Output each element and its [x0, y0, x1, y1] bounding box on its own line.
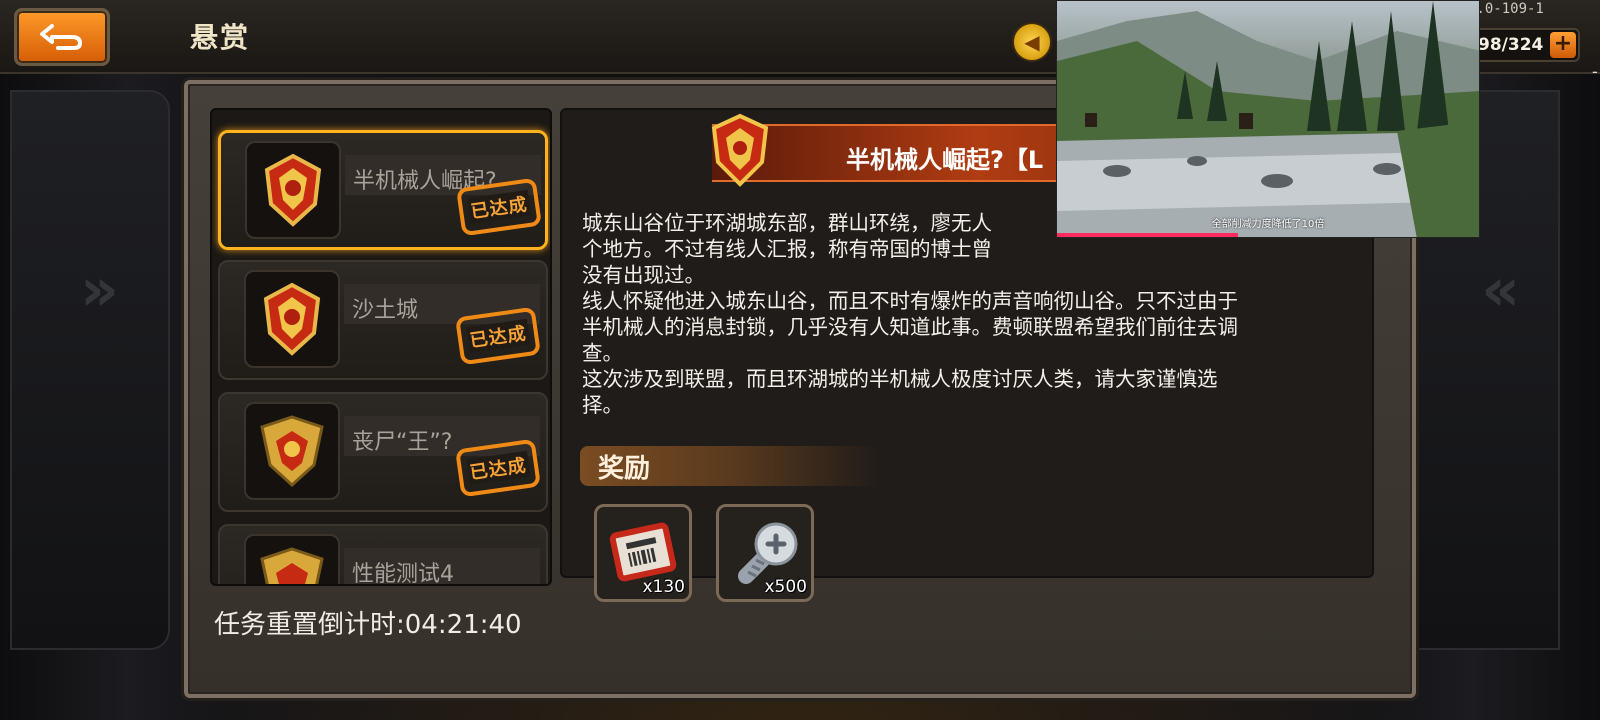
reward-count: x500 [764, 577, 807, 597]
description-line: 择。 [582, 393, 623, 417]
reset-countdown: 任务重置倒计时:04:21:40 [214, 610, 522, 640]
quest-emblem-icon [711, 113, 769, 187]
video-subtitle: 全部削减力度降低了10倍 [1211, 219, 1325, 230]
video-overlay[interactable]: 全部削减力度降低了10倍 [1056, 0, 1480, 238]
video-progress-bar[interactable] [1057, 233, 1239, 237]
quest-name: 性能测试4 [352, 562, 454, 586]
video-frame-landscape [1057, 1, 1479, 237]
chevron-left-decoration: « [1481, 255, 1520, 325]
quest-item[interactable]: 丧尸“王”? 已达成 [218, 392, 548, 512]
quest-emblem-icon [245, 141, 341, 239]
reward-item[interactable]: x500 [716, 504, 814, 602]
completed-stamp-label: 已达成 [465, 450, 531, 486]
quest-description: 城东山谷位于环湖城东部，群山环绕，廖无人 个地方。不过有线人汇报，称有帝国的博士… [582, 210, 1362, 418]
description-line: 这次涉及到联盟，而且环湖城的半机械人极度讨厌人类，请大家谨慎选 [582, 367, 1218, 391]
left-door-decoration [10, 90, 170, 650]
back-button[interactable] [14, 8, 110, 66]
page-title: 悬赏 [190, 21, 251, 54]
quest-item[interactable]: 沙土城 已达成 [218, 260, 548, 380]
quest-emblem-icon [244, 270, 340, 368]
energy-value: 98/324 [1478, 35, 1544, 55]
reward-label: 奖励 [598, 454, 651, 484]
quest-item[interactable]: 性能测试4 [218, 524, 548, 586]
add-energy-button[interactable]: + [1550, 32, 1576, 58]
quest-emblem-icon [244, 534, 340, 584]
completed-stamp-label: 已达成 [466, 189, 532, 225]
description-line: 没有出现过。 [582, 263, 705, 287]
quest-emblem-icon [244, 402, 340, 500]
reward-count: x130 [642, 577, 685, 597]
completed-stamp: 已达成 [456, 177, 542, 237]
quest-item[interactable]: 半机械人崛起? 已达成 [218, 130, 548, 250]
energy-counter: 98/324 + [1470, 28, 1580, 62]
description-line: 查。 [582, 341, 623, 365]
edge-mark: - [1592, 62, 1598, 81]
completed-stamp: 已达成 [455, 438, 541, 498]
reward-item[interactable]: x130 [594, 504, 692, 602]
completed-stamp: 已达成 [455, 306, 541, 366]
chevron-right-decoration: » [80, 255, 119, 325]
description-line: 个地方。不过有线人汇报，称有帝国的博士曾 [582, 237, 992, 261]
back-arrow-icon [40, 24, 82, 50]
completed-stamp-label: 已达成 [465, 318, 531, 354]
quest-title: 半机械人崛起?【L [846, 146, 1044, 174]
description-line: 线人怀疑他进入城东山谷，而且不时有爆炸的声音响彻山谷。只不过由于 [582, 289, 1238, 313]
quest-name: 沙土城 [352, 298, 419, 323]
quest-name: 丧尸“王”? [352, 430, 453, 455]
gold-coin-icon[interactable]: ◀ [1012, 22, 1052, 62]
quest-list[interactable]: 半机械人崛起? 已达成 沙土城 已达成 丧尸“王”? 已达成 性能测试4 [210, 108, 552, 586]
description-line: 半机械人的消息封锁，几乎没有人知道此事。费顿联盟希望我们前往去调 [582, 315, 1238, 339]
